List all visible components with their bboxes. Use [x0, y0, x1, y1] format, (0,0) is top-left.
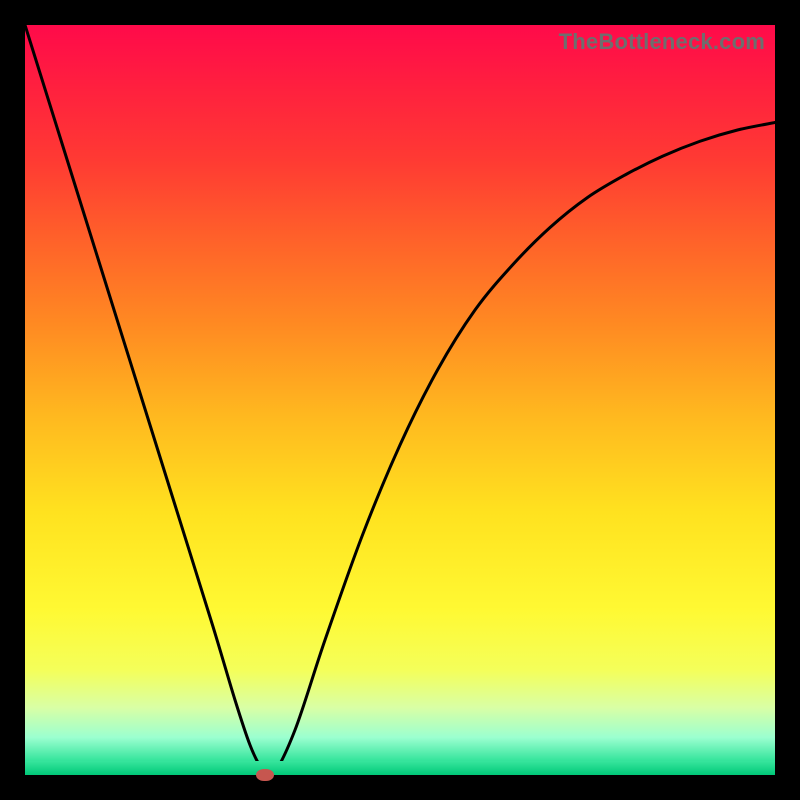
plot-area: TheBottleneck.com — [25, 25, 775, 775]
green-band — [25, 761, 775, 775]
chart-frame: TheBottleneck.com — [0, 0, 800, 800]
optimum-marker — [256, 769, 274, 781]
bottleneck-curve — [25, 25, 775, 775]
